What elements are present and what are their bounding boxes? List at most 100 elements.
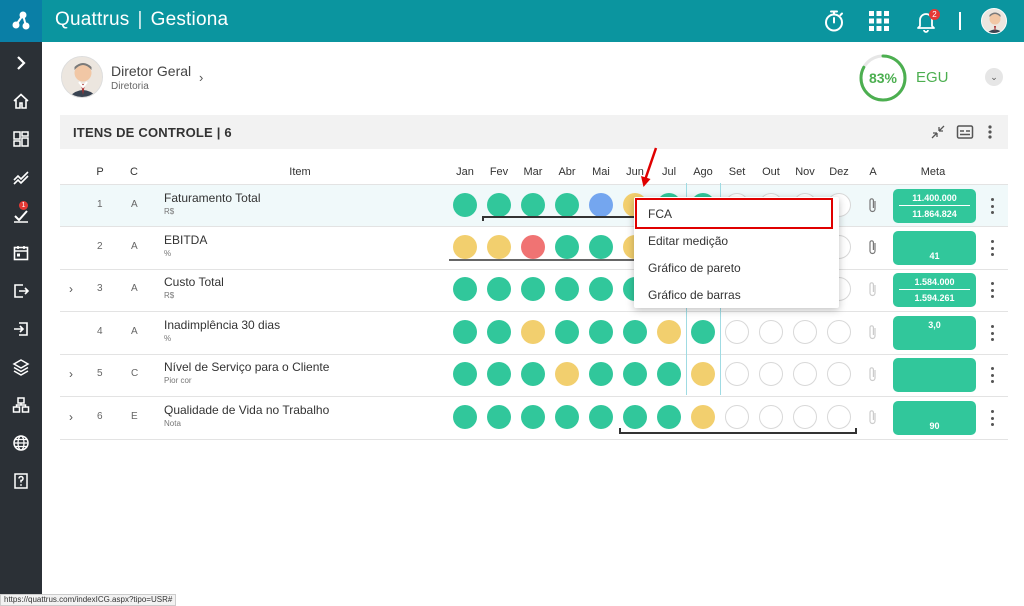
status-dot-empty[interactable]: [793, 362, 817, 386]
status-dot-green[interactable]: [589, 277, 613, 301]
status-dot-empty[interactable]: [725, 405, 749, 429]
sidebar-item-globe[interactable]: [0, 424, 42, 462]
paperclip-icon[interactable]: [868, 281, 878, 297]
sidebar-item-tasks[interactable]: 1: [0, 196, 42, 234]
row-item-name[interactable]: Nível de Serviço para o Cliente: [164, 360, 329, 374]
egu-progress-ring[interactable]: 83%: [858, 53, 908, 103]
sidebar-expand[interactable]: [0, 44, 42, 82]
sidebar-item-logout[interactable]: [0, 272, 42, 310]
sidebar-item-org[interactable]: [0, 386, 42, 424]
row-item-name[interactable]: Faturamento Total: [164, 191, 261, 205]
status-dot-green[interactable]: [657, 362, 681, 386]
row-item-name[interactable]: Custo Total: [164, 275, 224, 289]
status-dot-green[interactable]: [555, 320, 579, 344]
status-dot-blue[interactable]: [589, 193, 613, 217]
status-dot-empty[interactable]: [793, 320, 817, 344]
sidebar-item-login[interactable]: [0, 310, 42, 348]
chevron-right-icon[interactable]: ›: [199, 70, 203, 85]
status-dot-green[interactable]: [487, 320, 511, 344]
menu-item-grafico-barras[interactable]: Gráfico de barras: [648, 288, 741, 302]
more-vert-icon[interactable]: [980, 122, 1000, 142]
subtitles-icon[interactable]: [955, 122, 975, 142]
status-dot-green[interactable]: [521, 193, 545, 217]
header-month[interactable]: Out: [756, 166, 786, 178]
status-dot-empty[interactable]: [759, 405, 783, 429]
meta-value[interactable]: 11.400.000 11.864.824: [893, 189, 976, 223]
chevron-right-icon[interactable]: ›: [69, 410, 73, 424]
status-dot-empty[interactable]: [827, 362, 851, 386]
status-dot-green[interactable]: [487, 405, 511, 429]
menu-item-grafico-pareto[interactable]: Gráfico de pareto: [648, 261, 741, 275]
logo-icon[interactable]: [0, 0, 42, 42]
header-month[interactable]: Ago: [688, 166, 718, 178]
status-dot-green[interactable]: [589, 405, 613, 429]
status-dot-empty[interactable]: [725, 362, 749, 386]
header-month[interactable]: Jan: [450, 166, 480, 178]
status-dot-empty[interactable]: [725, 320, 749, 344]
header-meta[interactable]: Meta: [900, 166, 966, 178]
header-month[interactable]: Fev: [484, 166, 514, 178]
header-item[interactable]: Item: [270, 166, 330, 178]
status-dot-yellow[interactable]: [453, 235, 477, 259]
more-vert-icon[interactable]: [987, 280, 997, 300]
table-row[interactable]: 1 A Faturamento Total R$ 11.400.000 11.864.…: [60, 184, 1008, 227]
status-dot-green[interactable]: [487, 277, 511, 301]
status-dot-empty[interactable]: [793, 405, 817, 429]
profile-name[interactable]: Diretor Geral: [111, 63, 191, 79]
status-dot-green[interactable]: [623, 362, 647, 386]
chevron-right-icon[interactable]: ›: [69, 367, 73, 381]
status-dot-yellow[interactable]: [691, 405, 715, 429]
status-dot-green[interactable]: [453, 362, 477, 386]
status-dot-yellow[interactable]: [691, 362, 715, 386]
bell-icon[interactable]: 2: [912, 7, 940, 35]
status-dot-green[interactable]: [657, 405, 681, 429]
more-vert-icon[interactable]: [987, 196, 997, 216]
status-dot-green[interactable]: [453, 193, 477, 217]
sidebar-item-help[interactable]: [0, 462, 42, 500]
status-dot-yellow[interactable]: [487, 235, 511, 259]
more-vert-icon[interactable]: [987, 238, 997, 258]
status-dot-green[interactable]: [521, 405, 545, 429]
apps-grid-icon[interactable]: [865, 7, 893, 35]
sidebar-item-layers[interactable]: [0, 348, 42, 386]
status-dot-red[interactable]: [521, 235, 545, 259]
chevron-down-icon[interactable]: ⌄: [985, 68, 1003, 86]
header-month[interactable]: Mai: [586, 166, 616, 178]
sidebar-item-home[interactable]: [0, 82, 42, 120]
row-item-name[interactable]: EBITDA: [164, 233, 207, 247]
stopwatch-icon[interactable]: [820, 7, 848, 35]
status-dot-green[interactable]: [521, 362, 545, 386]
status-dot-green[interactable]: [521, 277, 545, 301]
row-item-name[interactable]: Inadimplência 30 dias: [164, 318, 280, 332]
chevron-right-icon[interactable]: ›: [69, 282, 73, 296]
meta-value[interactable]: 1.584.000 1.594.261: [893, 273, 976, 307]
table-row[interactable]: › 6 E Qualidade de Vida no Trabalho Nota 90: [60, 397, 1008, 440]
table-row[interactable]: 4 A Inadimplência 30 dias% 3,0: [60, 312, 1008, 355]
status-dot-empty[interactable]: [759, 362, 783, 386]
status-dot-green[interactable]: [623, 320, 647, 344]
paperclip-icon[interactable]: [868, 239, 878, 255]
header-month[interactable]: Set: [722, 166, 752, 178]
collapse-icon[interactable]: [928, 122, 948, 142]
status-dot-green[interactable]: [555, 193, 579, 217]
paperclip-icon[interactable]: [868, 409, 878, 425]
status-dot-green[interactable]: [589, 320, 613, 344]
sidebar-item-calendar[interactable]: [0, 234, 42, 272]
meta-value[interactable]: 41: [893, 231, 976, 265]
table-row[interactable]: › 5 C Nível de Serviço para o Cliente Pior c…: [60, 354, 1008, 397]
header-month[interactable]: Mar: [518, 166, 548, 178]
menu-item-editar-medicao[interactable]: Editar medição: [648, 234, 728, 248]
header-month[interactable]: Dez: [824, 166, 854, 178]
header-p[interactable]: P: [94, 166, 106, 178]
paperclip-icon[interactable]: [868, 366, 878, 382]
meta-value[interactable]: 90: [893, 401, 976, 435]
header-month[interactable]: Nov: [790, 166, 820, 178]
table-row[interactable]: › 3 A Custo Total R$ 1.584.000 1.594.261: [60, 269, 1008, 312]
table-row[interactable]: 2 A EBITDA% 41: [60, 227, 1008, 270]
status-dot-empty[interactable]: [827, 320, 851, 344]
status-dot-empty[interactable]: [759, 320, 783, 344]
status-dot-green[interactable]: [453, 405, 477, 429]
status-dot-empty[interactable]: [827, 405, 851, 429]
more-vert-icon[interactable]: [987, 323, 997, 343]
sidebar-item-dashboard[interactable]: [0, 120, 42, 158]
